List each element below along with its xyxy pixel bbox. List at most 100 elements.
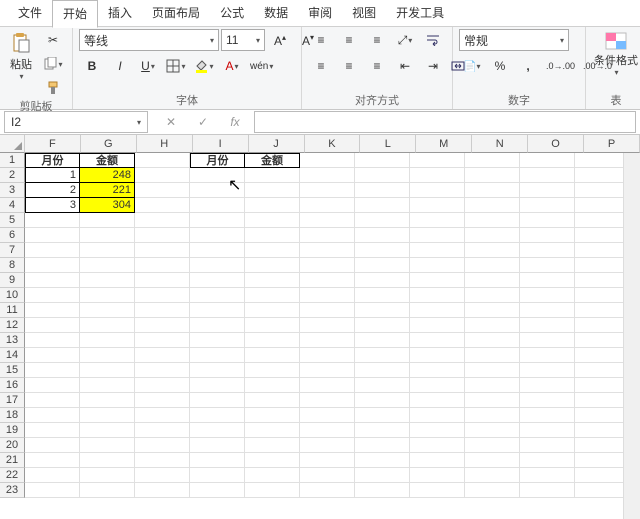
number-format-select[interactable]: 常规▾ bbox=[459, 29, 569, 51]
cell-G2[interactable]: 248 bbox=[80, 168, 135, 183]
cell-H2[interactable] bbox=[135, 168, 190, 183]
cell-K3[interactable] bbox=[300, 183, 355, 198]
cell-P13[interactable] bbox=[575, 333, 630, 348]
cell-M13[interactable] bbox=[410, 333, 465, 348]
cell-G8[interactable] bbox=[80, 258, 135, 273]
cell-L5[interactable] bbox=[355, 213, 410, 228]
cell-F1[interactable]: 月份 bbox=[25, 153, 80, 168]
row-header-13[interactable]: 13 bbox=[0, 333, 25, 348]
cell-O16[interactable] bbox=[520, 378, 575, 393]
row-header-3[interactable]: 3 bbox=[0, 183, 25, 198]
cell-K6[interactable] bbox=[300, 228, 355, 243]
cell-M18[interactable] bbox=[410, 408, 465, 423]
cell-G19[interactable] bbox=[80, 423, 135, 438]
orientation-button[interactable]: ⤢▾ bbox=[392, 29, 418, 51]
cell-F4[interactable]: 3 bbox=[25, 198, 80, 213]
cell-F11[interactable] bbox=[25, 303, 80, 318]
underline-button[interactable]: U▾ bbox=[135, 55, 161, 77]
cell-O18[interactable] bbox=[520, 408, 575, 423]
cell-J13[interactable] bbox=[245, 333, 300, 348]
cell-N3[interactable] bbox=[465, 183, 520, 198]
cell-H3[interactable] bbox=[135, 183, 190, 198]
row-header-17[interactable]: 17 bbox=[0, 393, 25, 408]
formula-input[interactable] bbox=[254, 111, 636, 133]
cell-L12[interactable] bbox=[355, 318, 410, 333]
cell-H17[interactable] bbox=[135, 393, 190, 408]
cell-I8[interactable] bbox=[190, 258, 245, 273]
cell-M1[interactable] bbox=[410, 153, 465, 168]
cell-P15[interactable] bbox=[575, 363, 630, 378]
cell-L10[interactable] bbox=[355, 288, 410, 303]
vertical-scrollbar[interactable] bbox=[623, 153, 640, 519]
row-header-11[interactable]: 11 bbox=[0, 303, 25, 318]
row-header-16[interactable]: 16 bbox=[0, 378, 25, 393]
cell-P9[interactable] bbox=[575, 273, 630, 288]
row-header-22[interactable]: 22 bbox=[0, 468, 25, 483]
cell-P19[interactable] bbox=[575, 423, 630, 438]
cell-M19[interactable] bbox=[410, 423, 465, 438]
cell-F18[interactable] bbox=[25, 408, 80, 423]
cell-G12[interactable] bbox=[80, 318, 135, 333]
cell-L13[interactable] bbox=[355, 333, 410, 348]
cell-H20[interactable] bbox=[135, 438, 190, 453]
cell-L11[interactable] bbox=[355, 303, 410, 318]
cell-G7[interactable] bbox=[80, 243, 135, 258]
cell-F7[interactable] bbox=[25, 243, 80, 258]
cell-H14[interactable] bbox=[135, 348, 190, 363]
cell-F13[interactable] bbox=[25, 333, 80, 348]
cell-K12[interactable] bbox=[300, 318, 355, 333]
cell-L17[interactable] bbox=[355, 393, 410, 408]
cell-P8[interactable] bbox=[575, 258, 630, 273]
cell-J22[interactable] bbox=[245, 468, 300, 483]
col-header-F[interactable]: F bbox=[25, 135, 81, 153]
cell-K21[interactable] bbox=[300, 453, 355, 468]
row-header-7[interactable]: 7 bbox=[0, 243, 25, 258]
conditional-format-button[interactable]: 条件格式 ▾ bbox=[592, 29, 640, 78]
cell-O7[interactable] bbox=[520, 243, 575, 258]
col-header-M[interactable]: M bbox=[416, 135, 472, 153]
cell-O22[interactable] bbox=[520, 468, 575, 483]
menu-home[interactable]: 开始 bbox=[52, 0, 98, 28]
cell-M6[interactable] bbox=[410, 228, 465, 243]
cell-J16[interactable] bbox=[245, 378, 300, 393]
cell-F21[interactable] bbox=[25, 453, 80, 468]
cancel-formula-button[interactable]: ✕ bbox=[158, 111, 184, 133]
cell-J2[interactable] bbox=[245, 168, 300, 183]
menu-developer[interactable]: 开发工具 bbox=[386, 0, 454, 26]
cell-M9[interactable] bbox=[410, 273, 465, 288]
cell-L7[interactable] bbox=[355, 243, 410, 258]
cell-M11[interactable] bbox=[410, 303, 465, 318]
cell-O21[interactable] bbox=[520, 453, 575, 468]
cell-K14[interactable] bbox=[300, 348, 355, 363]
row-header-8[interactable]: 8 bbox=[0, 258, 25, 273]
cell-H9[interactable] bbox=[135, 273, 190, 288]
name-box[interactable]: I2▾ bbox=[4, 111, 148, 133]
cell-N22[interactable] bbox=[465, 468, 520, 483]
cell-N5[interactable] bbox=[465, 213, 520, 228]
cell-H18[interactable] bbox=[135, 408, 190, 423]
cell-G21[interactable] bbox=[80, 453, 135, 468]
cell-O1[interactable] bbox=[520, 153, 575, 168]
cell-O19[interactable] bbox=[520, 423, 575, 438]
cell-F15[interactable] bbox=[25, 363, 80, 378]
cell-M3[interactable] bbox=[410, 183, 465, 198]
cell-P23[interactable] bbox=[575, 483, 630, 498]
cell-G23[interactable] bbox=[80, 483, 135, 498]
cell-O8[interactable] bbox=[520, 258, 575, 273]
decrease-indent-button[interactable]: ⇤ bbox=[392, 55, 418, 77]
cell-J4[interactable] bbox=[245, 198, 300, 213]
row-header-18[interactable]: 18 bbox=[0, 408, 25, 423]
cell-G18[interactable] bbox=[80, 408, 135, 423]
cell-P12[interactable] bbox=[575, 318, 630, 333]
cell-F17[interactable] bbox=[25, 393, 80, 408]
cell-I18[interactable] bbox=[190, 408, 245, 423]
col-header-I[interactable]: I bbox=[193, 135, 249, 153]
cell-M2[interactable] bbox=[410, 168, 465, 183]
cell-K10[interactable] bbox=[300, 288, 355, 303]
cell-G11[interactable] bbox=[80, 303, 135, 318]
bold-button[interactable]: B bbox=[79, 55, 105, 77]
cell-N1[interactable] bbox=[465, 153, 520, 168]
cell-G10[interactable] bbox=[80, 288, 135, 303]
cell-J11[interactable] bbox=[245, 303, 300, 318]
cell-K9[interactable] bbox=[300, 273, 355, 288]
